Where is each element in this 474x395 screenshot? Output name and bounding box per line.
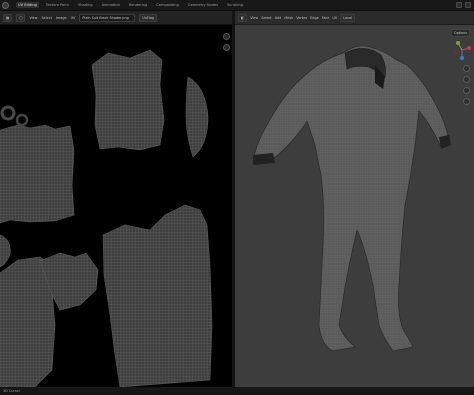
status-bar: 3D Cursor [0,387,474,395]
workspace-bar: UV Editing Texture Paint Shading Animati… [0,0,474,11]
transform-orientation-dropdown[interactable]: Local [340,13,355,22]
tab-uv-editing[interactable]: UV Editing [16,2,39,8]
uv-island-sleeve[interactable] [185,76,209,158]
uv-island-ring-1[interactable] [0,105,16,121]
topbar-icons [456,2,471,8]
camera-icon[interactable] [463,87,470,94]
jumpsuit-left-cuff[interactable] [253,153,275,165]
uv-menu-view[interactable]: View [29,16,37,20]
vp-menu-select[interactable]: Select [261,16,271,20]
blender-logo-icon[interactable] [2,1,9,9]
tab-scripting[interactable]: Scripting [225,2,245,8]
layer-icon[interactable] [465,2,471,8]
vp-menu-add[interactable]: Add [275,16,282,20]
scene-icon[interactable] [456,2,462,8]
hand-icon[interactable] [463,76,470,83]
uv-editor-header: ▦ ▢ View Select Image UV Plain Suit Blac… [0,11,232,25]
vp-menu-view[interactable]: View [250,16,258,20]
grid-icon[interactable] [463,98,470,105]
viewport-canvas[interactable] [235,25,474,387]
vp-menu-face[interactable]: Face [322,16,330,20]
unflag-button[interactable]: UnFlag [139,13,158,22]
zoom-icon[interactable] [463,65,470,72]
uv-menu-uv[interactable]: UV [71,16,76,20]
uv-island-left-top[interactable] [0,124,75,224]
vp-menu-uv[interactable]: UV [332,16,337,20]
3d-viewport: ◧ View Select Add Mesh Vertex Edge Face … [235,11,474,387]
tab-texture-paint[interactable]: Texture Paint [44,2,71,8]
uv-navigation-tools [223,33,230,51]
uv-island-cuff-left[interactable] [0,234,11,268]
hand-icon[interactable] [223,44,230,51]
uv-select-mode-button[interactable]: ▢ [16,13,26,22]
jumpsuit-right-cuff[interactable] [439,135,451,149]
editor-type-icon[interactable]: ▦ [3,13,13,22]
uv-island-ring-2[interactable] [15,113,29,127]
tab-animation[interactable]: Animation [100,2,122,8]
vp-menu-mesh[interactable]: Mesh [284,16,293,20]
uv-island-back-upper[interactable] [91,49,165,151]
viewport-editor-type-icon[interactable]: ◧ [238,13,248,22]
uv-menu-select[interactable]: Select [41,16,51,20]
tab-shading[interactable]: Shading [76,2,95,8]
image-selector[interactable]: Plain Suit Black Shader.png [79,13,136,22]
vp-menu-vertex[interactable]: Vertex [296,16,307,20]
vp-menu-edge[interactable]: Edge [310,16,319,20]
uv-island-front-large[interactable] [102,204,213,387]
jumpsuit-mesh[interactable] [252,45,450,352]
uv-menu-image[interactable]: Image [56,16,67,20]
options-dropdown[interactable]: Options [450,29,470,37]
axis-gizmo-icon[interactable] [452,39,472,61]
uv-editor: ▦ ▢ View Select Image UV Plain Suit Blac… [0,11,232,387]
tab-compositing[interactable]: Compositing [154,2,181,8]
viewport-navigation-tools [463,65,470,105]
tab-geometry-nodes[interactable]: Geometry Nodes [186,2,220,8]
status-text: 3D Cursor [3,389,20,393]
blender-window: UV Editing Texture Paint Shading Animati… [0,0,474,395]
tab-rendering[interactable]: Rendering [127,2,149,8]
viewport-header: ◧ View Select Add Mesh Vertex Edge Face … [235,11,474,25]
uv-canvas[interactable] [0,25,232,387]
zoom-icon[interactable] [223,33,230,40]
